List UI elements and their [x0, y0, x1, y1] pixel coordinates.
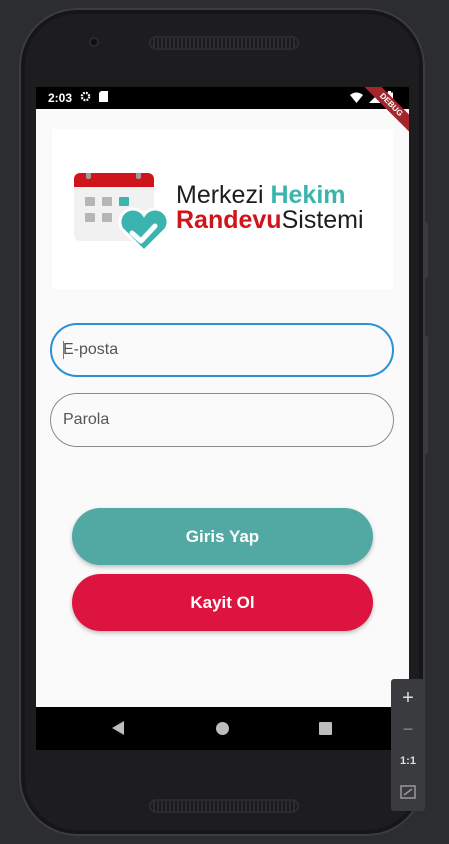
logo-word-randevu: Randevu — [176, 206, 282, 234]
top-speaker — [149, 36, 299, 50]
logo-word-hekim: Hekim — [270, 181, 346, 209]
status-bar: 2:03 — [36, 87, 409, 109]
password-field[interactable]: Parola — [50, 393, 394, 447]
front-camera — [89, 37, 99, 47]
logo-word-sistemi: Sistemi — [281, 206, 364, 234]
settings-icon — [80, 91, 91, 105]
status-time: 2:03 — [48, 91, 73, 105]
emulator-zoom-panel: + − 1:1 — [391, 679, 425, 811]
register-button-label: Kayit Ol — [190, 592, 255, 612]
fit-screen-icon[interactable] — [391, 785, 425, 802]
app-logo: Merkezi Hekim RandevuSistemi — [52, 129, 393, 289]
app-screen: 2:03 DEBUG Merkezi Hekim RandevuSistemi … — [36, 87, 409, 750]
email-field[interactable]: E-posta — [50, 323, 394, 377]
logo-word-merkezi: Merkezi — [176, 181, 264, 209]
zoom-in-button[interactable]: + — [391, 687, 425, 710]
login-button[interactable]: Giris Yap — [72, 508, 373, 565]
home-icon[interactable] — [216, 722, 229, 735]
calendar-heart-icon — [74, 173, 168, 253]
sd-card-icon — [99, 91, 109, 105]
actual-size-button[interactable]: 1:1 — [391, 755, 425, 767]
logo-wordmark: Merkezi Hekim RandevuSistemi — [176, 183, 364, 233]
zoom-out-button[interactable]: − — [391, 719, 425, 740]
back-icon[interactable] — [112, 721, 124, 735]
volume-button[interactable] — [424, 222, 428, 278]
register-button[interactable]: Kayit Ol — [72, 574, 373, 631]
bottom-speaker — [149, 799, 299, 813]
login-button-label: Giris Yap — [185, 526, 260, 546]
wifi-icon — [350, 92, 363, 106]
password-placeholder: Parola — [63, 411, 110, 428]
navigation-bar — [36, 707, 409, 750]
recents-icon[interactable] — [319, 722, 332, 735]
power-button[interactable] — [424, 336, 428, 454]
email-placeholder: E-posta — [63, 341, 119, 358]
